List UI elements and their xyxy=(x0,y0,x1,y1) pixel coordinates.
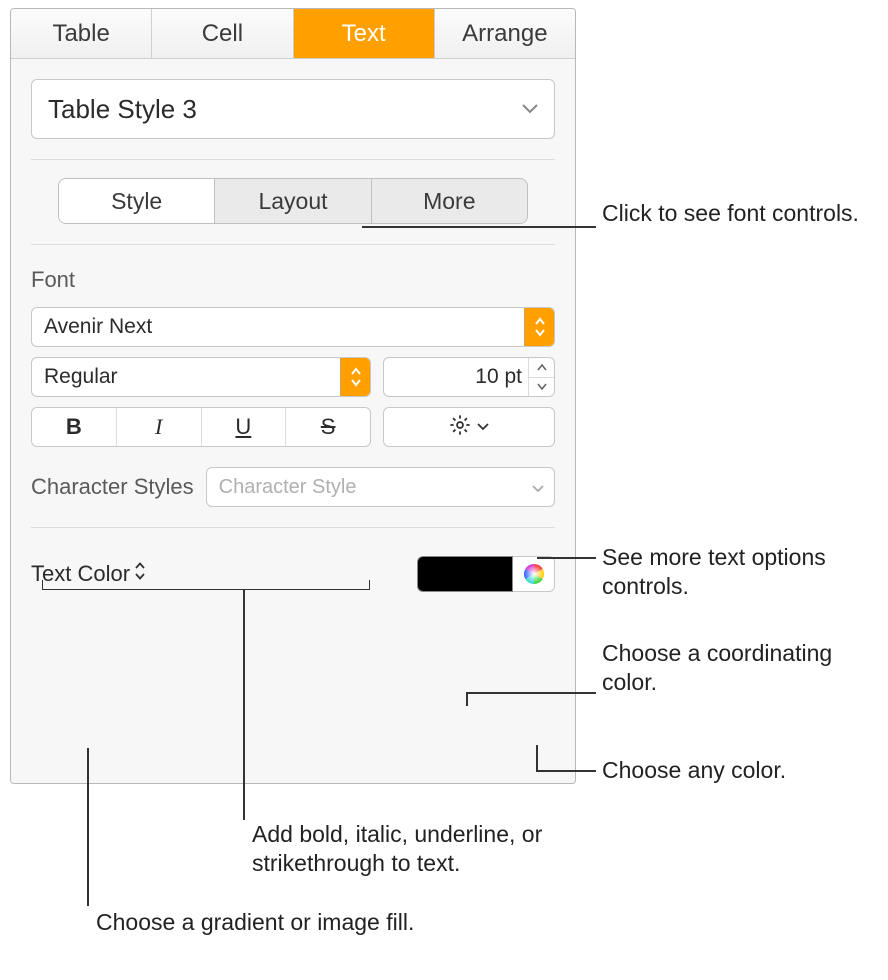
leader-line xyxy=(537,557,596,559)
text-subtabs: Style Layout More xyxy=(58,178,528,224)
gear-icon xyxy=(449,414,471,441)
callout-coord-color: Choose a coordinating color. xyxy=(602,639,888,698)
divider xyxy=(31,159,555,160)
font-section-label: Font xyxy=(31,267,555,293)
font-size-value[interactable]: 10 pt xyxy=(384,358,528,396)
stepper-down[interactable] xyxy=(529,378,554,397)
font-size-stepper[interactable]: 10 pt xyxy=(383,357,555,397)
stepper-up[interactable] xyxy=(529,358,554,378)
callout-font-controls: Click to see font controls. xyxy=(602,199,859,228)
tab-arrange[interactable]: Arrange xyxy=(435,9,575,58)
font-weight-value: Regular xyxy=(44,365,118,389)
tab-text[interactable]: Text xyxy=(294,9,435,58)
chevron-down-icon xyxy=(532,476,544,499)
italic-button[interactable]: I xyxy=(117,408,202,446)
leader-line xyxy=(466,692,468,706)
up-down-icon xyxy=(340,358,370,396)
chevron-down-icon xyxy=(477,418,489,436)
tab-table[interactable]: Table xyxy=(11,9,152,58)
divider xyxy=(31,244,555,245)
stepper xyxy=(528,358,554,396)
subtab-style[interactable]: Style xyxy=(59,179,215,223)
leader-line xyxy=(536,745,538,771)
color-wheel-button[interactable] xyxy=(513,556,555,592)
leader-line xyxy=(466,692,596,694)
bracket xyxy=(42,580,370,590)
format-inspector-panel: Table Cell Text Arrange Table Style 3 St… xyxy=(10,8,576,784)
paragraph-style-value: Table Style 3 xyxy=(48,94,197,125)
paragraph-style-select[interactable]: Table Style 3 xyxy=(31,79,555,139)
color-well[interactable] xyxy=(417,556,513,592)
bold-button[interactable]: B xyxy=(32,408,117,446)
leader-line xyxy=(536,770,596,772)
up-down-icon xyxy=(524,308,554,346)
divider xyxy=(31,527,555,528)
font-family-select[interactable]: Avenir Next xyxy=(31,307,555,347)
font-family-value: Avenir Next xyxy=(44,315,152,339)
callout-more-options: See more text options controls. xyxy=(602,543,888,602)
underline-button[interactable]: U xyxy=(202,408,287,446)
font-weight-select[interactable]: Regular xyxy=(31,357,371,397)
color-controls xyxy=(417,556,555,592)
callout-gradient-fill: Choose a gradient or image fill. xyxy=(96,908,414,937)
character-styles-label: Character Styles xyxy=(31,474,194,500)
inspector-tabs: Table Cell Text Arrange xyxy=(11,9,575,59)
subtab-layout[interactable]: Layout xyxy=(215,179,371,223)
strikethrough-button[interactable]: S xyxy=(286,408,370,446)
advanced-options-button[interactable] xyxy=(383,407,555,447)
character-style-placeholder: Character Style xyxy=(219,476,357,499)
chevron-down-icon xyxy=(522,104,538,114)
character-style-select[interactable]: Character Style xyxy=(206,467,555,507)
subtab-more[interactable]: More xyxy=(372,179,527,223)
leader-line xyxy=(243,590,245,820)
text-style-group: B I U S xyxy=(31,407,371,447)
callout-any-color: Choose any color. xyxy=(602,756,786,785)
leader-line xyxy=(362,226,596,228)
tab-cell[interactable]: Cell xyxy=(152,9,293,58)
leader-line xyxy=(87,748,89,906)
callout-bius: Add bold, italic, underline, or striketh… xyxy=(252,820,582,879)
